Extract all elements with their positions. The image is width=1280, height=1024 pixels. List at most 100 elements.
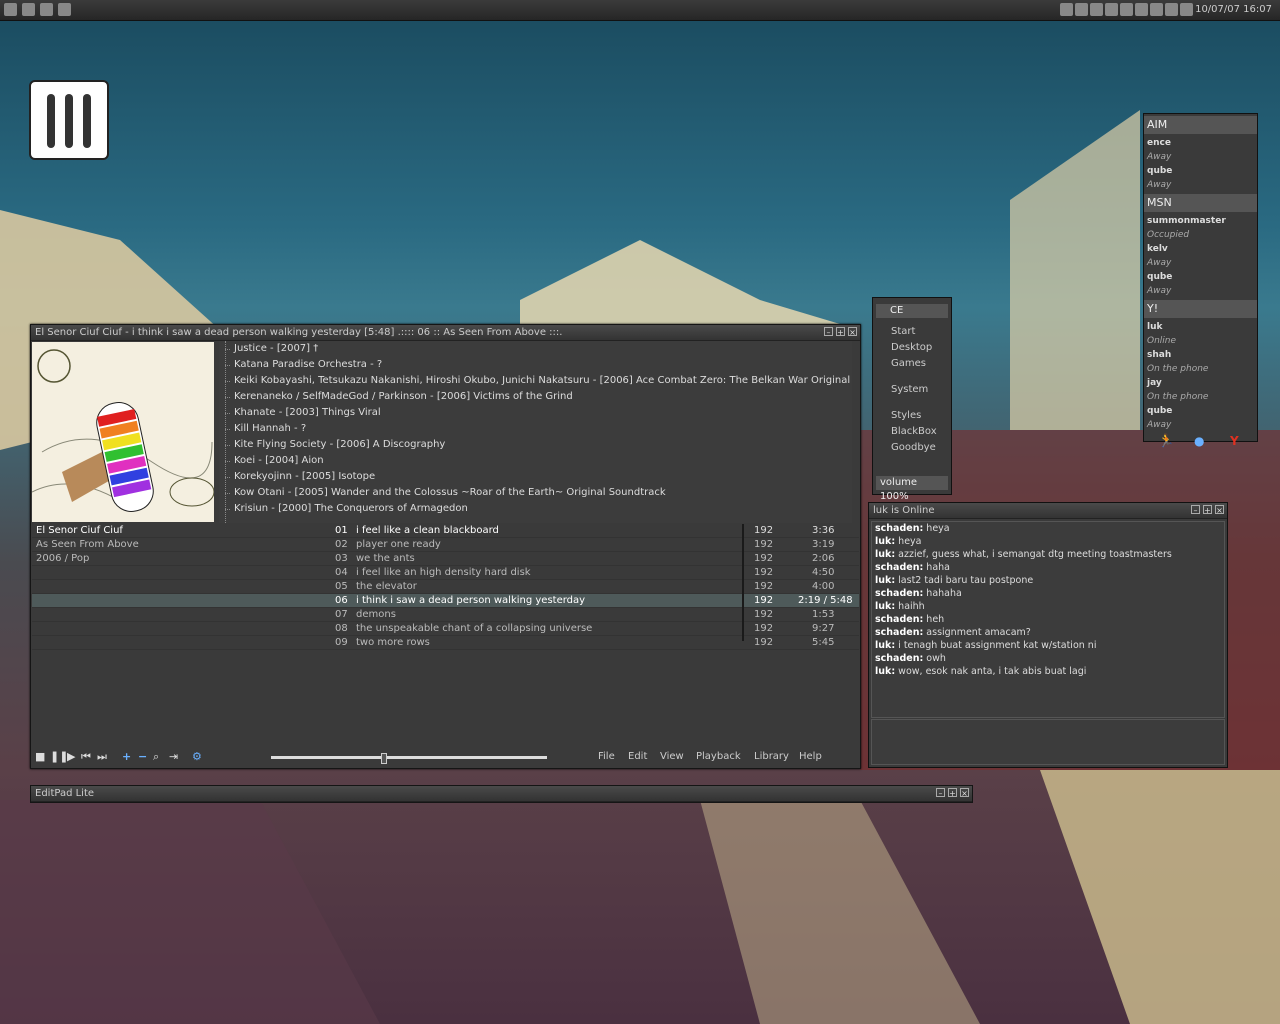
library-item[interactable]: Korekyojinn - [2005] Isotope (219, 469, 852, 485)
library-item[interactable]: Kow Otani - [2005] Wander and the Coloss… (219, 485, 852, 501)
menu-library[interactable]: Library (754, 751, 789, 762)
track-row[interactable]: As Seen From Above 02 player one ready 192 3… (32, 538, 859, 552)
menu-item-desktop[interactable]: Desktop (873, 340, 951, 356)
track-bitrate: 192 (754, 595, 774, 606)
remove-icon[interactable]: − (138, 751, 147, 763)
menu-header: CE (876, 304, 948, 318)
library-item[interactable]: Katana Paradise Orchestra - ? (219, 357, 852, 373)
chat-line: luk: i tenagh buat assignment kat w/stat… (875, 640, 1097, 651)
track-row[interactable]: 2006 / Pop 03 we the ants 192 2:06 (32, 552, 859, 566)
tray-window-icon[interactable] (1075, 3, 1088, 16)
close-button[interactable]: × (960, 788, 969, 798)
tray-document-icon[interactable] (1060, 3, 1073, 16)
tray-network-icon[interactable] (1105, 3, 1118, 16)
chat-input[interactable] (871, 719, 1225, 765)
close-button[interactable]: × (848, 327, 857, 337)
library-item[interactable]: Justice - [2007] † (219, 341, 852, 357)
menu-item-blackbox[interactable]: BlackBox (873, 424, 951, 440)
buddy-name[interactable]: jay (1144, 376, 1257, 390)
library-item[interactable]: Kite Flying Society - [2006] A Discograp… (219, 437, 852, 453)
library-item[interactable]: Krisiun - [2000] The Conquerors of Armag… (219, 501, 852, 517)
editpad-window[interactable]: EditPad Lite – + × (30, 785, 973, 803)
buddy-name[interactable]: luk (1144, 320, 1257, 334)
tray-volume-icon[interactable] (1180, 3, 1193, 16)
tool-icon[interactable] (40, 3, 53, 16)
buddy-name[interactable]: kelv (1144, 242, 1257, 256)
skull-icon[interactable] (22, 3, 35, 16)
buddy-name[interactable]: summonmaster (1144, 214, 1257, 228)
library-item[interactable]: Koei - [2004] Aion (219, 453, 852, 469)
menu-item-games[interactable]: Games (873, 356, 951, 372)
maximize-button[interactable]: + (948, 788, 957, 798)
track-row[interactable]: 07 demons 192 1:53 (32, 608, 859, 622)
tray-display-icon[interactable] (1150, 3, 1163, 16)
export-icon[interactable]: ⇥ (169, 751, 178, 763)
tray-tools-icon[interactable] (1165, 3, 1178, 16)
play-icon[interactable]: ▶ (67, 751, 75, 763)
aim-running-man-icon[interactable]: 🏃 (1158, 434, 1174, 449)
document-icon[interactable] (58, 3, 71, 16)
track-row[interactable]: 04 i feel like an high density hard disk 1… (32, 566, 859, 580)
yahoo-y-icon[interactable]: Y (1230, 434, 1239, 448)
app-launcher-icon[interactable] (4, 3, 17, 16)
menu-help[interactable]: Help (799, 751, 822, 762)
buddy-name[interactable]: qube (1144, 270, 1257, 284)
library-item[interactable]: Kill Hannah - ? (219, 421, 852, 437)
editpad-titlebar[interactable]: EditPad Lite – + × (31, 786, 972, 802)
minimize-button[interactable]: – (936, 788, 945, 798)
volume-indicator[interactable]: volume 100% (876, 476, 948, 502)
menu-file[interactable]: File (598, 751, 615, 762)
group-aim[interactable]: AIM (1144, 116, 1257, 134)
library-item[interactable]: Kerenaneko / SelfMadeGod / Parkinson - [… (219, 389, 852, 405)
tray-shield-icon[interactable] (1090, 3, 1103, 16)
buddy-name[interactable]: qube (1144, 164, 1257, 178)
seek-handle[interactable] (381, 753, 387, 764)
buddy-name[interactable]: qube (1144, 404, 1257, 418)
chat-titlebar[interactable]: luk is Online – + × (869, 503, 1227, 519)
minimize-button[interactable]: – (824, 327, 833, 337)
tray-messenger-icon[interactable] (1120, 3, 1133, 16)
previous-icon[interactable]: ⏮ (81, 751, 91, 763)
menu-playback[interactable]: Playback (696, 751, 741, 762)
msn-buddy-icon[interactable]: ● (1194, 434, 1204, 448)
menu-item-system[interactable]: System (873, 382, 951, 398)
track-bitrate: 192 (754, 637, 774, 648)
track-time: 9:27 (812, 623, 835, 634)
buddy-status: Away (1147, 286, 1172, 296)
minimize-button[interactable]: – (1191, 505, 1200, 515)
track-row[interactable]: 05 the elevator 192 4:00 (32, 580, 859, 594)
seek-bar[interactable] (271, 753, 547, 764)
menu-view[interactable]: View (660, 751, 684, 762)
buddy-name[interactable]: shah (1144, 348, 1257, 362)
menu-item-goodbye[interactable]: Goodbye (873, 440, 951, 456)
library-item[interactable]: Khanate - [2003] Things Viral (219, 405, 852, 421)
desktop-launcher-icon[interactable] (29, 80, 109, 160)
taskbar: 10/07/07 16:07 (0, 0, 1280, 21)
track-title: we the ants (356, 553, 415, 564)
buddy-name[interactable]: ence (1144, 136, 1257, 150)
track-row-playing[interactable]: 06 i think i saw a dead person walking ye… (32, 594, 859, 608)
menu-item-styles[interactable]: Styles (873, 408, 951, 424)
maximize-button[interactable]: + (836, 327, 845, 337)
pause-icon[interactable]: ❚❚ (50, 751, 68, 763)
track-time: 2:19 / 5:48 (798, 595, 853, 606)
next-icon[interactable]: ⏭ (97, 751, 107, 763)
group-msn[interactable]: MSN (1144, 194, 1257, 212)
track-title: player one ready (356, 539, 441, 550)
track-row[interactable]: El Senor Ciuf Ciuf 01 i feel like a clean … (32, 524, 859, 538)
track-row[interactable]: 08 the unspeakable chant of a collapsing … (32, 622, 859, 636)
add-icon[interactable]: + (122, 751, 131, 763)
group-yahoo[interactable]: Y! (1144, 300, 1257, 318)
close-button[interactable]: × (1215, 505, 1224, 515)
track-number: 04 (335, 567, 348, 578)
menu-item-start[interactable]: Start (873, 324, 951, 340)
menu-edit[interactable]: Edit (628, 751, 647, 762)
tray-settings-icon[interactable] (1135, 3, 1148, 16)
maximize-button[interactable]: + (1203, 505, 1212, 515)
stop-icon[interactable]: ■ (35, 751, 45, 763)
settings-gear-icon[interactable]: ⚙ (192, 751, 202, 763)
library-item[interactable]: Keiki Kobayashi, Tetsukazu Nakanishi, Hi… (219, 373, 852, 389)
track-row[interactable]: 09 two more rows 192 5:45 (32, 636, 859, 650)
search-icon[interactable]: ⌕ (153, 751, 159, 763)
player-titlebar[interactable]: El Senor Ciuf Ciuf - i think i saw a dea… (31, 325, 860, 341)
